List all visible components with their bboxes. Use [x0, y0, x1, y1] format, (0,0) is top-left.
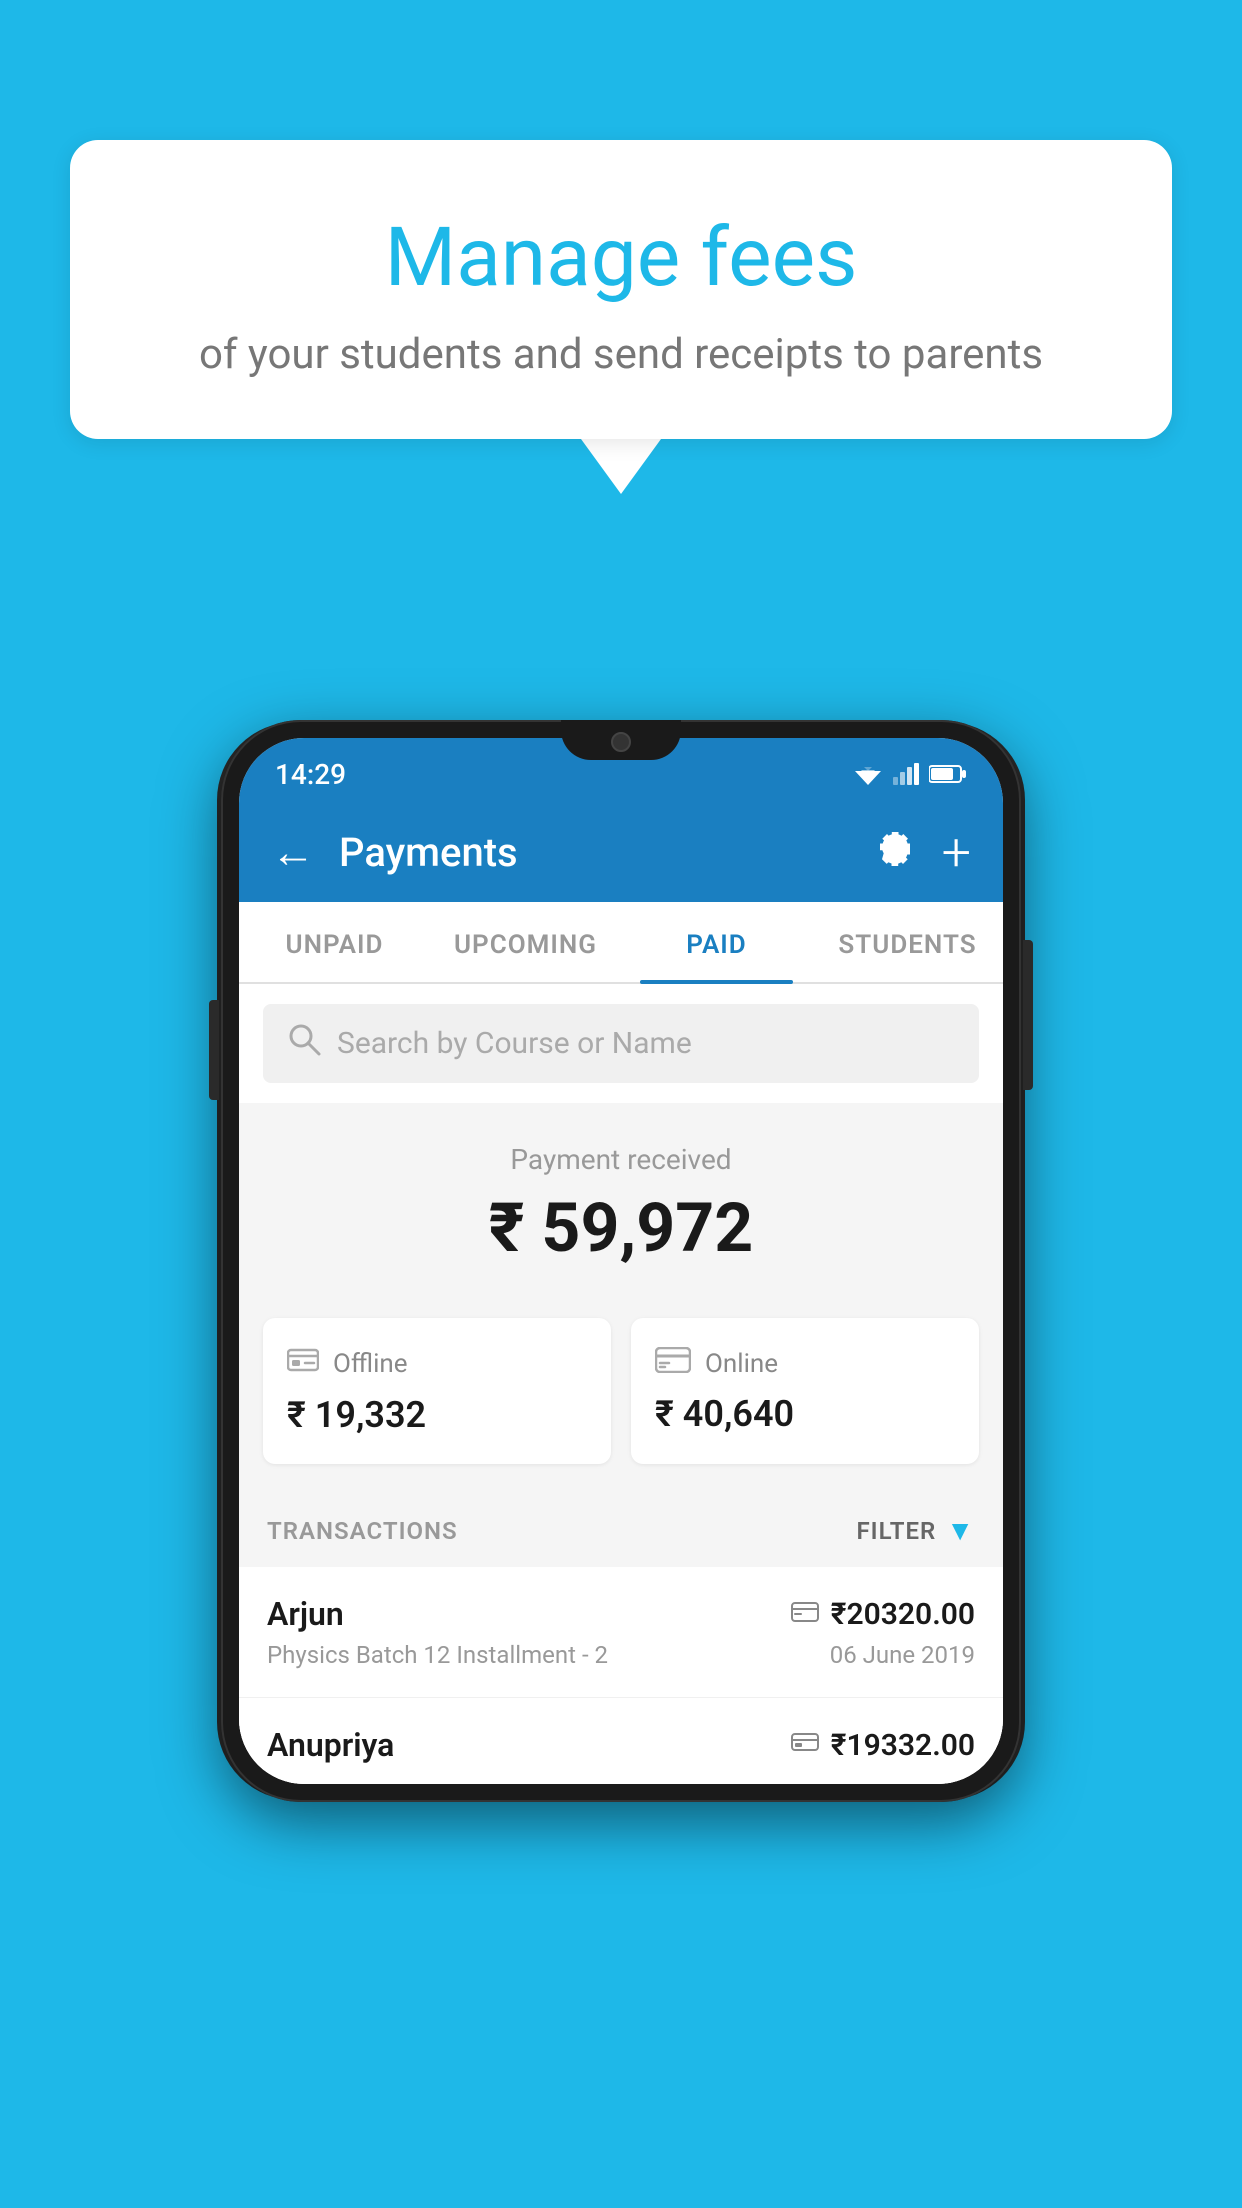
- speech-bubble: Manage fees of your students and send re…: [70, 140, 1172, 439]
- transaction-course: Physics Batch 12 Installment - 2: [267, 1641, 608, 1669]
- status-time: 14:29: [275, 758, 346, 791]
- transaction-name: Arjun: [267, 1595, 344, 1633]
- transaction-row2: Physics Batch 12 Installment - 2 06 June…: [267, 1641, 975, 1669]
- filter-button[interactable]: FILTER ▼: [856, 1514, 975, 1547]
- online-icon: [655, 1346, 691, 1381]
- transaction-row1-partial: Anupriya ₹19332.: [267, 1726, 975, 1764]
- app-bar: ← Payments +: [239, 802, 1003, 902]
- online-header: Online: [655, 1346, 955, 1381]
- search-bar[interactable]: Search by Course or Name: [263, 1004, 979, 1083]
- content-area: Search by Course or Name Payment receive…: [239, 984, 1003, 1784]
- speech-bubble-container: Manage fees of your students and send re…: [70, 140, 1172, 494]
- offline-icon: [287, 1346, 319, 1382]
- app-bar-title: Payments: [339, 829, 848, 876]
- transaction-offline-icon: [791, 1730, 819, 1760]
- notch-camera: [611, 732, 631, 752]
- settings-icon[interactable]: [872, 827, 912, 877]
- transaction-amount-container: ₹20320.00: [791, 1597, 975, 1632]
- filter-label: FILTER: [856, 1517, 936, 1545]
- search-bar-container: Search by Course or Name: [239, 984, 1003, 1103]
- online-amount: ₹ 40,640: [655, 1393, 955, 1435]
- payment-total-amount: ₹ 59,972: [263, 1188, 979, 1268]
- phone-outer: 14:29: [221, 720, 1021, 1802]
- tab-unpaid[interactable]: UNPAID: [239, 902, 430, 982]
- online-payment-card: Online ₹ 40,640: [631, 1318, 979, 1464]
- manage-fees-title: Manage fees: [130, 210, 1112, 306]
- online-label: Online: [705, 1349, 778, 1379]
- offline-amount: ₹ 19,332: [287, 1394, 587, 1436]
- payment-received-label: Payment received: [263, 1143, 979, 1176]
- transaction-row1: Arjun ₹20320.00: [267, 1595, 975, 1633]
- transactions-label: TRANSACTIONS: [267, 1517, 458, 1545]
- signal-icon: [893, 763, 919, 785]
- transaction-item[interactable]: Arjun ₹20320.00: [239, 1567, 1003, 1698]
- transaction-name: Anupriya: [267, 1726, 394, 1764]
- transaction-list: Arjun ₹20320.00: [239, 1567, 1003, 1784]
- payment-received-section: Payment received ₹ 59,972: [239, 1103, 1003, 1298]
- back-button[interactable]: ←: [271, 826, 315, 878]
- tabs-bar: UNPAID UPCOMING PAID STUDENTS: [239, 902, 1003, 984]
- transaction-amount: ₹19332.00: [831, 1728, 975, 1763]
- speech-bubble-arrow: [581, 439, 661, 494]
- wifi-icon: [853, 763, 883, 785]
- transaction-date: 06 June 2019: [830, 1641, 975, 1669]
- offline-label: Offline: [333, 1349, 408, 1379]
- phone-screen: 14:29: [239, 738, 1003, 1784]
- transaction-item[interactable]: Anupriya ₹19332.: [239, 1698, 1003, 1784]
- payment-methods-section: Offline ₹ 19,332: [239, 1298, 1003, 1494]
- add-button[interactable]: +: [942, 822, 971, 883]
- offline-header: Offline: [287, 1346, 587, 1382]
- offline-payment-card: Offline ₹ 19,332: [263, 1318, 611, 1464]
- manage-fees-subtitle: of your students and send receipts to pa…: [130, 330, 1112, 379]
- phone-notch: [561, 720, 681, 760]
- filter-icon: ▼: [946, 1514, 975, 1547]
- tab-paid[interactable]: PAID: [621, 902, 812, 982]
- transactions-header: TRANSACTIONS FILTER ▼: [239, 1494, 1003, 1567]
- status-icons: [853, 763, 967, 785]
- search-icon: [287, 1022, 321, 1065]
- transaction-online-icon: [791, 1599, 819, 1629]
- transaction-amount-container: ₹19332.00: [791, 1728, 975, 1763]
- transaction-amount: ₹20320.00: [831, 1597, 975, 1632]
- battery-icon: [929, 764, 967, 784]
- search-placeholder-text: Search by Course or Name: [337, 1026, 692, 1061]
- phone-mockup: 14:29: [221, 720, 1021, 1802]
- tab-upcoming[interactable]: UPCOMING: [430, 902, 621, 982]
- app-bar-actions: +: [872, 822, 971, 883]
- tab-students[interactable]: STUDENTS: [812, 902, 1003, 982]
